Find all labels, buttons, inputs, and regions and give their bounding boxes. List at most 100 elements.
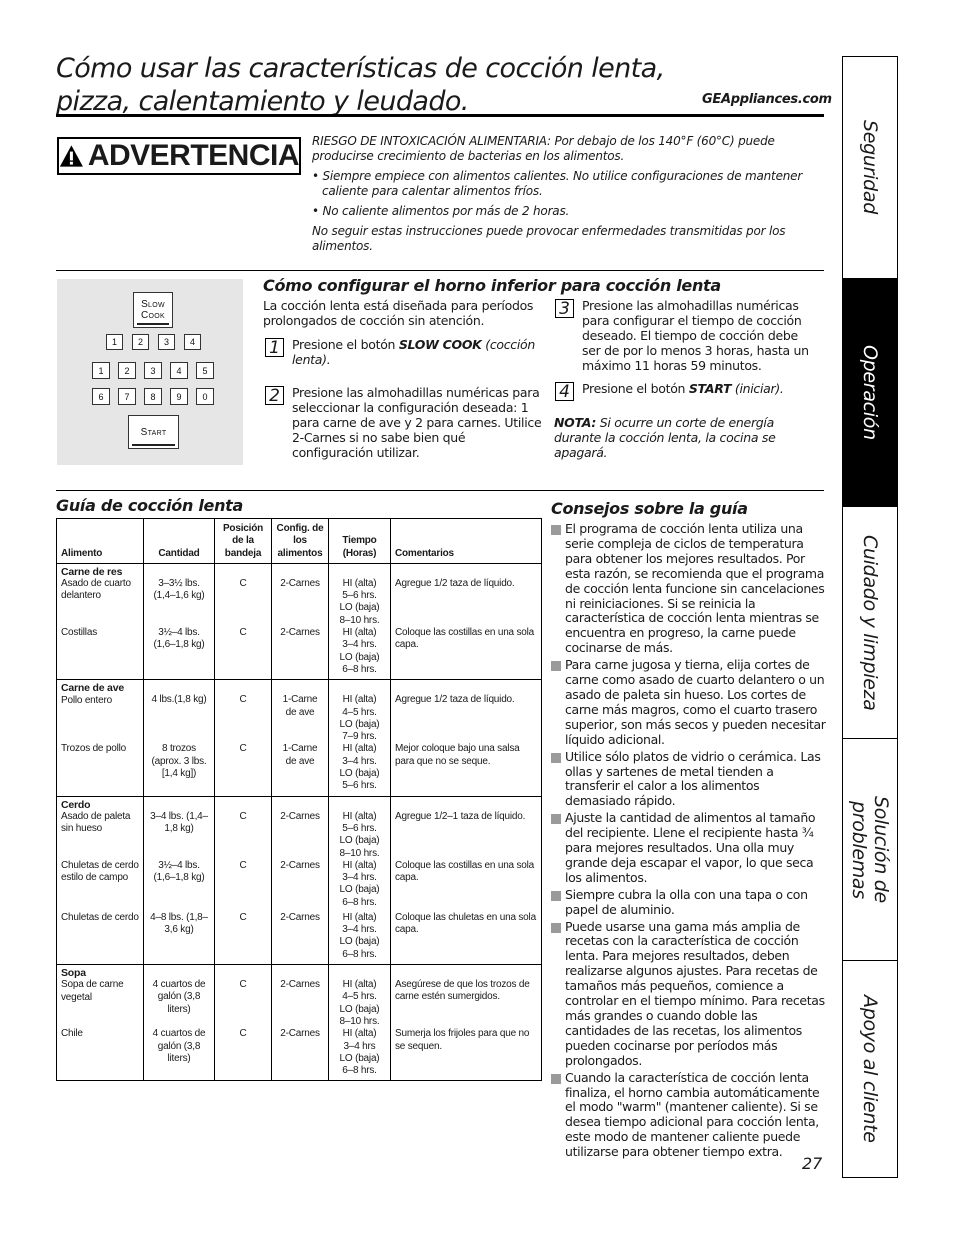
- square-bullet-icon: [551, 661, 561, 672]
- table-cell-comment: Agregue 1/2–1 taza de líquido.: [390, 796, 542, 860]
- table-cell-food: Costillas: [56, 627, 144, 681]
- square-bullet-icon: [551, 890, 561, 901]
- table-cell-cfg: 2-Carnes: [271, 563, 329, 628]
- table-row: Costillas 3½–4 lbs. (1,6–1,8 kg) C 2-Carnes…: [56, 627, 542, 681]
- table-cell-cfg: 2-Carnes: [271, 964, 329, 1029]
- cell-text: 2-Carnes: [280, 1028, 320, 1040]
- tab-apoyo-al-cliente[interactable]: Apoyo al cliente: [843, 961, 897, 1177]
- tab-seguridad[interactable]: Seguridad: [843, 57, 897, 279]
- number-key-7: 7: [118, 388, 136, 405]
- setup-step-3: 3 Presione las almohadillas numéricas pa…: [555, 298, 815, 373]
- cell-text: 3½–4 lbs. (1,6–1,8 kg): [153, 859, 205, 884]
- step-text-bold: SLOW COOK: [398, 337, 482, 352]
- number-key-6: 6: [92, 388, 110, 405]
- setup-step-1: 1 Presione el botón SLOW COOK (cocción l…: [265, 337, 545, 367]
- cell-text: 2-Carnes: [280, 911, 320, 923]
- table-cell-pos: C: [214, 563, 272, 628]
- table-cell-qty: 4 cuartos de galón (3,8 liters): [143, 964, 215, 1029]
- cell-text: Coloque las chuletas en una sola capa.: [395, 911, 536, 936]
- cell-text: 4–8 lbs. (1,8–3,6 kg): [150, 911, 208, 936]
- food-group-name: Sopa: [61, 967, 86, 980]
- setting-key-2: 2: [132, 334, 149, 350]
- website-link[interactable]: GEAppliances.com: [702, 92, 832, 107]
- number-key-4: 4: [170, 362, 188, 379]
- note-label: NOTA:: [554, 415, 597, 430]
- table-row: Carne de ave Pollo entero 4 lbs.(1,8 kg) C 1…: [56, 679, 542, 744]
- tips-list: El programa de cocción lenta utiliza una…: [551, 521, 826, 1162]
- tip-item: Cuando la característica de cocción lent…: [551, 1070, 826, 1160]
- table-row: Chuletas de cerdo estilo de campo 3½–4 lb…: [56, 859, 542, 912]
- table-cell-qty: 4–8 lbs. (1,8–3,6 kg): [143, 911, 215, 966]
- cell-text: C: [239, 810, 247, 822]
- number-key-8: 8: [144, 388, 162, 405]
- cell-text: Coloque las costillas en una sola capa.: [395, 859, 535, 884]
- cell-text: Asado de paleta sin hueso: [61, 810, 131, 835]
- cell-text: Chuletas de cerdo: [61, 911, 139, 923]
- cell-text: C: [239, 577, 247, 589]
- tab-label: Cuidado y limpieza: [859, 534, 881, 711]
- table-cell-comment: Coloque las costillas en una sola capa.: [390, 859, 542, 912]
- slow-cook-key: Slow Cook: [133, 292, 173, 328]
- warning-bullet: • No caliente alimentos por más de 2 hor…: [312, 204, 570, 218]
- tip-item: Puede usarse una gama más amplia de rece…: [551, 919, 826, 1069]
- step-text: Presione el botón SLOW COOK (cocción len…: [292, 337, 545, 367]
- table-cell-food: Chile: [56, 1028, 144, 1082]
- table-cell-food: Sopa Sopa de carne vegetal: [56, 964, 144, 1029]
- setup-note: NOTA: Si ocurre un corte de energía dura…: [554, 415, 819, 460]
- tab-cuidado-y-limpieza[interactable]: Cuidado y limpieza: [843, 507, 897, 739]
- warning-text: RIESGO DE INTOXICACIÓN ALIMENTARIA: Por …: [312, 134, 812, 259]
- table-cell-time: HI (alta) 5–6 hrs. LO (baja) 8–10 hrs.: [328, 563, 391, 628]
- cell-text: Mejor coloque bajo una salsa para que no…: [395, 743, 520, 767]
- step-text-pre: Presione el botón: [582, 381, 689, 396]
- food-group-name: Carne de res: [61, 565, 123, 578]
- start-key: Start: [128, 415, 179, 449]
- tab-solucion-de-problemas[interactable]: Solución de problemas: [843, 739, 897, 961]
- slow-cook-guide-table: Alimento Cantidad Posición de la bandeja…: [56, 518, 542, 1082]
- table-cell-comment: Agregue 1/2 taza de líquido.: [390, 679, 542, 744]
- warning-label: ADVERTENCIA: [87, 139, 300, 172]
- cell-text: HI (alta) 3–4 hrs. LO (baja) 6–8 hrs.: [339, 859, 380, 908]
- table-cell-pos: C: [214, 627, 272, 681]
- table-row: Cerdo Asado de paleta sin hueso 3–4 lbs. (…: [56, 796, 542, 860]
- cell-text: 2-Carnes: [280, 979, 320, 991]
- table-cell-food: Chuletas de cerdo estilo de campo: [56, 859, 144, 912]
- column-header: Comentarios: [390, 518, 542, 564]
- cell-text: 2-Carnes: [280, 577, 320, 589]
- step-number: 4: [555, 382, 574, 401]
- table-cell-food: Carne de ave Pollo entero: [56, 679, 144, 744]
- slow-cook-key-line2: Cook: [141, 310, 165, 321]
- tab-operacion[interactable]: Operación: [843, 279, 897, 507]
- cell-text: Asado de cuarto delantero: [61, 578, 131, 602]
- tip-item: Siempre cubra la olla con una tapa o con…: [551, 887, 826, 918]
- cell-text: Agregue 1/2 taza de líquido.: [395, 577, 515, 589]
- page-title: Cómo usar las características de cocción…: [56, 52, 665, 118]
- table-cell-food: Chuletas de cerdo: [56, 911, 144, 966]
- cell-text: Agregue 1/2 taza de líquido.: [395, 694, 515, 706]
- cell-text: HI (alta) 4–5 hrs. LO (baja) 8–10 hrs.: [339, 979, 380, 1027]
- setup-section-title: Cómo configurar el horno inferior para c…: [263, 276, 721, 295]
- cell-text: 3–3½ lbs. (1,4–1,6 kg): [153, 577, 205, 602]
- cell-text: 4 lbs.(1,8 kg): [151, 694, 207, 706]
- number-key-2: 2: [118, 362, 136, 379]
- table-row: Sopa Sopa de carne vegetal 4 cuartos de ga…: [56, 964, 542, 1029]
- tips-section-title: Consejos sobre la guía: [551, 499, 748, 518]
- setting-key-3: 3: [158, 334, 175, 350]
- number-key-1: 1: [92, 362, 110, 379]
- table-cell-time: HI (alta) 3–4 hrs. LO (baja) 6–8 hrs.: [328, 859, 391, 912]
- table-cell-pos: C: [214, 859, 272, 912]
- cell-text: 1-Carne de ave: [282, 694, 318, 718]
- step-number: 2: [265, 386, 284, 405]
- cell-text: 4 cuartos de galón (3,8 liters): [152, 1028, 206, 1064]
- table-cell-pos: C: [214, 911, 272, 966]
- table-cell-pos: C: [214, 743, 272, 797]
- cell-text: Asegúrese de que los trozos de carne est…: [395, 979, 530, 1003]
- table-cell-cfg: 2-Carnes: [271, 911, 329, 966]
- table-cell-comment: Mejor coloque bajo una salsa para que no…: [390, 743, 542, 797]
- title-divider: [56, 114, 824, 117]
- table-row: Carne de res Asado de cuarto delantero 3–3…: [56, 563, 542, 628]
- step-number: 3: [555, 299, 574, 318]
- square-bullet-icon: [551, 525, 561, 535]
- cell-text: C: [239, 911, 247, 923]
- table-cell-cfg: 2-Carnes: [271, 796, 329, 860]
- column-header: Cantidad: [143, 518, 215, 564]
